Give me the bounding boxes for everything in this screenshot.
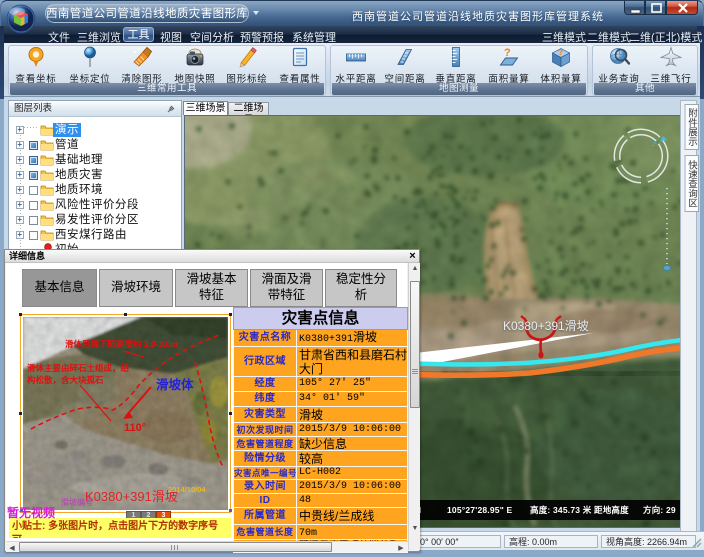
- svg-text:滑体后缘下陷高度约 2.0-3.0m: 滑体后缘下陷高度约 2.0-3.0m: [65, 339, 178, 349]
- svg-text:滑坡体: 滑坡体: [156, 377, 194, 392]
- svg-text:K0380+391滑坡: K0380+391滑坡: [85, 489, 178, 504]
- svg-text:110°: 110°: [124, 422, 146, 434]
- svg-text:25: 25: [652, 142, 658, 148]
- svg-text:滑体主要由碎石土组成，结: 滑体主要由碎石土组成，结: [27, 363, 130, 373]
- svg-text:构松散，含大块孤石: 构松散，含大块孤石: [27, 375, 104, 385]
- svg-text:?: ?: [504, 47, 511, 59]
- svg-text:?: ?: [558, 48, 563, 57]
- svg-text:2014/10/04: 2014/10/04: [168, 485, 206, 494]
- svg-text:K0380+391滑坡: K0380+391滑坡: [503, 319, 589, 333]
- svg-text:滑坡编号: 滑坡编号: [61, 497, 93, 507]
